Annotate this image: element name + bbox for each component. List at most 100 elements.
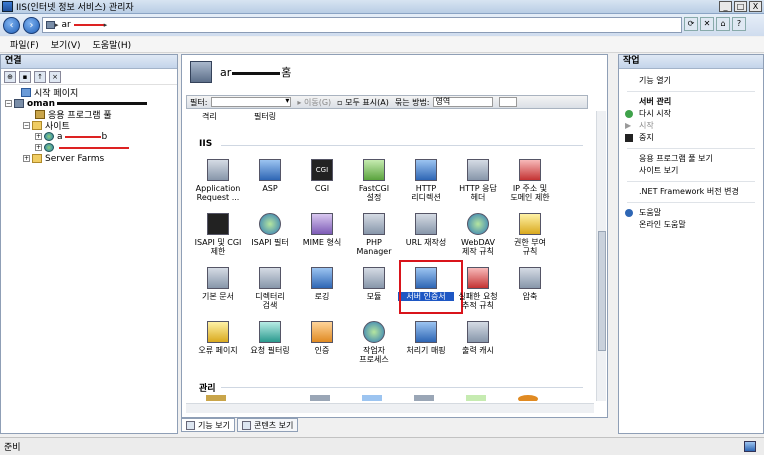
feature-http-redirect[interactable]: HTTP 리디렉션 [398,159,454,202]
show-all-label: 모두 표시(A) [345,97,389,107]
feature-fastcgi[interactable]: FastCGI 설정 [346,159,402,202]
close-button[interactable]: X [749,1,762,12]
feature-output-caching[interactable]: 출력 캐시 [450,321,506,355]
breadcrumb-server[interactable]: ar [62,20,71,30]
action-view-app-pools[interactable]: 응용 프로그램 풀 보기 [619,153,763,165]
action-help[interactable]: 도움말 [619,207,763,219]
feature-handler-mappings[interactable]: 처리기 매핑 [398,321,454,355]
help-icon [625,209,633,217]
feature-cgi[interactable]: CGI CGI [294,159,350,193]
feature-error-pages[interactable]: 오류 페이지 [190,321,246,355]
forward-button[interactable]: › [23,16,40,34]
tree-start-page[interactable]: 시작 페이지 [1,87,177,99]
feature-failed-request-tracing[interactable]: 실패한 요청 추적 규칙 [450,267,506,310]
go-button[interactable]: ▸ 이동(G) [297,97,331,108]
expand-icon[interactable]: + [35,133,42,140]
isapi-cgi-icon [207,213,229,235]
features-list: 격리 필터링 IIS Application Request ... ASP C… [186,111,594,401]
feature-application-request-routing[interactable]: Application Request ... [190,159,246,202]
stop-icon[interactable]: ✕ [700,17,714,31]
feature-label: CGI [314,184,330,193]
view-tabs: 기능 보기 콘텐츠 보기 [181,418,299,433]
feature-label: ISAPI 및 CGI 제한 [194,238,242,256]
tree-app-pools[interactable]: 응용 프로그램 풀 [1,109,177,121]
feature-default-document[interactable]: 기본 문서 [190,267,246,301]
sites-folder-icon [32,121,42,130]
menu-help[interactable]: 도움말(H) [93,38,132,51]
collapse-icon[interactable]: − [5,100,12,107]
features-panel: ar 홈 필터: ▸ 이동(G) ▫ 모두 표시(A) 묶는 방법: 영역 격리 … [181,54,608,418]
feature-compression[interactable]: 압축 [502,267,558,301]
tab-features-view[interactable]: 기능 보기 [181,418,235,432]
connect-icon[interactable]: ⊕ [4,70,16,83]
tree-site-2[interactable]: + [1,142,177,153]
menu-file[interactable]: 파일(F) [10,38,39,51]
feature-request-filtering[interactable]: 요청 필터링 [242,321,298,355]
feature-url-rewrite[interactable]: URL 재작성 [398,213,454,247]
feature-ip-domain-restrictions[interactable]: IP 주소 및 도메인 제한 [502,159,558,202]
tree-label: Server Farms [45,153,105,164]
server-icon [14,99,24,108]
feature-asp[interactable]: ASP [242,159,298,193]
handler-mapping-icon [415,321,437,343]
address-breadcrumb[interactable]: ▸ ar ▸ [42,17,682,33]
back-button[interactable]: ‹ [3,16,20,34]
up-icon[interactable]: ↑ [34,70,46,83]
view-mode-button[interactable] [498,97,517,107]
horizontal-scrollbar[interactable] [186,403,594,413]
feature-label: 모듈 [366,292,382,301]
action-start[interactable]: ▶ 시작 [619,120,763,132]
expand-icon[interactable]: + [23,155,30,162]
authentication-icon [311,321,333,343]
feature-modules[interactable]: 모듈 [346,267,402,301]
feature-webdav[interactable]: WebDAV 제작 규칙 [450,213,506,256]
feature-mime-types[interactable]: MIME 형식 [294,213,350,247]
feature-isapi-filters[interactable]: ISAPI 필터 [242,213,298,247]
feature-worker-processes[interactable]: 작업자 프로세스 [346,321,402,364]
address-tools: ⟳ ✕ ⌂ ? [684,17,746,31]
minimize-button[interactable]: _ [719,1,732,12]
redaction-mark [73,24,104,26]
filter-input[interactable] [211,96,292,107]
feature-authentication[interactable]: 인증 [294,321,350,355]
php-icon [363,213,385,235]
maximize-button[interactable]: □ [734,1,747,12]
feature-isapi-cgi-restrictions[interactable]: ISAPI 및 CGI 제한 [190,213,246,256]
action-view-sites[interactable]: 사이트 보기 [619,165,763,177]
group-by-select[interactable]: 영역 [432,97,493,107]
action-divider [627,91,755,92]
feature-authorization-rules[interactable]: 권한 부여 규칙 [502,213,558,256]
mime-icon [311,213,333,235]
remove-connection-icon[interactable]: × [49,70,61,83]
save-icon[interactable]: ▪ [19,70,31,83]
tree-site-1[interactable]: + a b [1,131,177,142]
action-online-help[interactable]: 온라인 도움말 [619,219,763,231]
partial-row-top: 격리 필터링 [186,111,594,121]
page-title-suffix: 홈 [281,66,292,79]
tree-label: oman [27,98,56,109]
scrollbar-thumb[interactable] [598,231,606,351]
error-pages-icon [207,321,229,343]
expand-icon[interactable]: + [35,144,42,151]
action-open-feature[interactable]: 기능 열기 [619,75,763,87]
refresh-icon[interactable]: ⟳ [684,17,698,31]
action-restart[interactable]: 다시 시작 [619,108,763,120]
collapse-icon[interactable]: − [23,122,30,129]
redaction-mark [57,102,148,105]
show-all-button[interactable]: ▫ 모두 표시(A) [337,97,389,108]
feature-directory-browsing[interactable]: 디렉터리 검색 [242,267,298,310]
feature-logging[interactable]: 로깅 [294,267,350,301]
tab-content-view[interactable]: 콘텐츠 보기 [236,418,299,432]
home-icon[interactable]: ⌂ [716,17,730,31]
help-icon[interactable]: ? [732,17,746,31]
partial-label-1: 격리 [202,112,217,121]
tree-sites[interactable]: − 사이트 [1,120,177,132]
tree-server-farms[interactable]: + Server Farms [1,153,177,164]
feature-php-manager[interactable]: PHP Manager [346,213,402,256]
vertical-scrollbar[interactable] [596,111,606,401]
page-title-prefix: ar [220,66,232,79]
action-stop[interactable]: 중지 [619,132,763,144]
action-change-net-version[interactable]: .NET Framework 버전 변경 [619,186,763,198]
feature-http-response-headers[interactable]: HTTP 응답 헤더 [450,159,506,202]
menu-view[interactable]: 보기(V) [51,38,81,51]
